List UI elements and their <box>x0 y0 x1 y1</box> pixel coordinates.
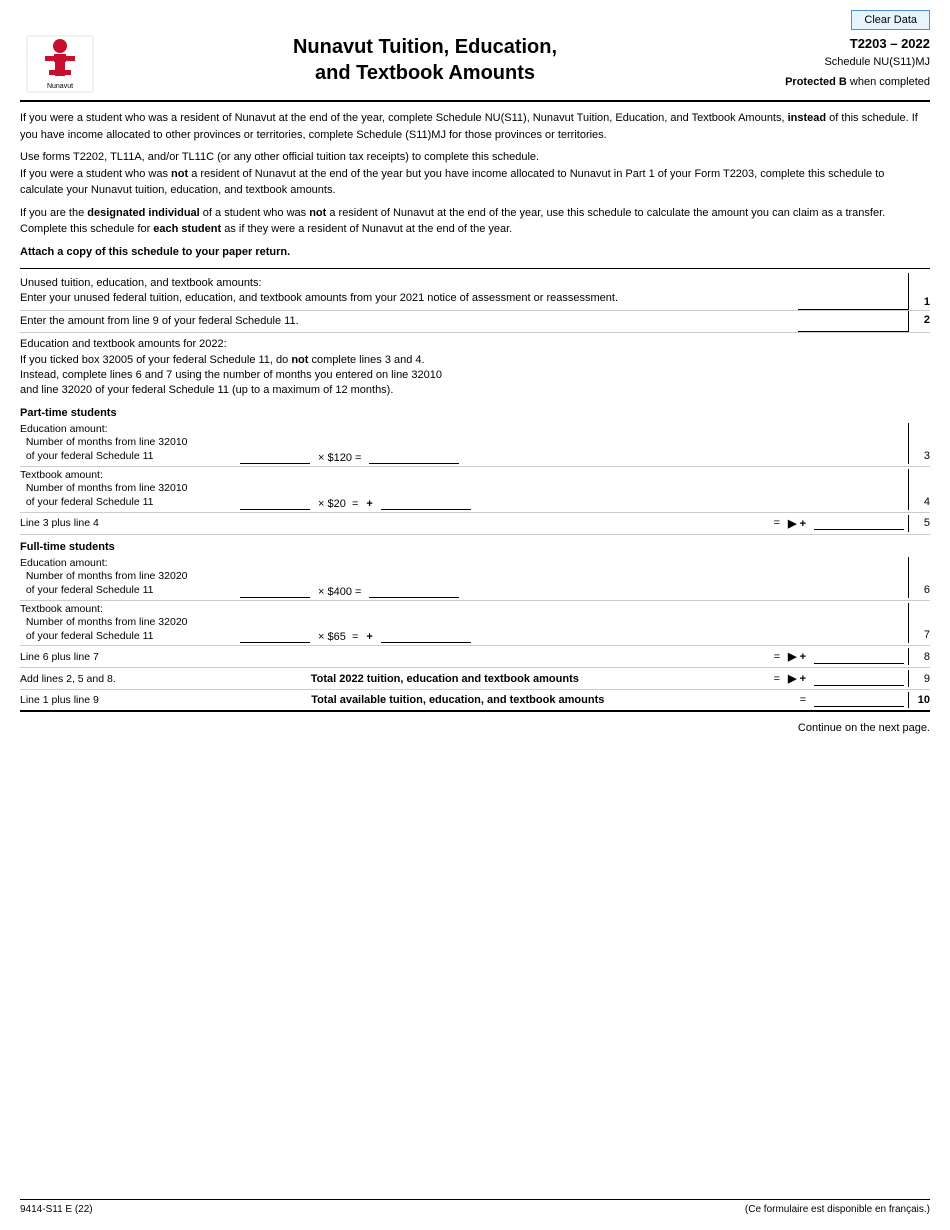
line9-arrow: ▶ + <box>788 672 806 685</box>
line6-months-input[interactable] <box>240 584 310 598</box>
clear-data-button[interactable]: Clear Data <box>851 10 930 30</box>
line7-number: 7 <box>908 603 930 644</box>
full-time-heading: Full-time students <box>20 541 930 553</box>
line10-row: Line 1 plus line 9 Total available tuiti… <box>20 690 930 712</box>
line4-number: 4 <box>908 469 930 510</box>
line4-desc: Textbook amount: Number of months from l… <box>20 469 240 510</box>
line7-rate: × $65 = <box>318 631 358 643</box>
footer: 9414-S11 E (22) (Ce formulaire est dispo… <box>20 1199 930 1215</box>
title-area: Nunavut Tuition, Education, and Textbook… <box>100 34 750 86</box>
line7-desc: Textbook amount: Number of months from l… <box>20 603 240 644</box>
line5-arrow: ▶ + <box>788 517 806 530</box>
line3-rate: × $120 = <box>318 452 361 464</box>
line10-number: 10 <box>908 692 930 708</box>
line2-number: 2 <box>908 311 930 332</box>
line1-input[interactable] <box>798 294 908 310</box>
header-section: Nunavut Nunavut Tuition, Education, and … <box>20 34 930 102</box>
line6-result-input[interactable] <box>369 584 459 598</box>
line3-result-input[interactable] <box>369 450 459 464</box>
line4-rate: × $20 = <box>318 498 358 510</box>
line8-result-input[interactable] <box>814 650 904 664</box>
line5-row: Line 3 plus line 4 = ▶ + 5 <box>20 513 930 535</box>
line6-row: Education amount: Number of months from … <box>20 555 930 601</box>
form-body: Unused tuition, education, and textbook … <box>20 268 930 734</box>
line10-equals: = <box>800 694 806 706</box>
line5-desc: Line 3 plus line 4 <box>20 517 240 529</box>
line8-number: 8 <box>908 648 930 665</box>
form-title-line1: Nunavut Tuition, Education, <box>110 34 740 60</box>
protected-label: Protected B when completed <box>750 74 930 91</box>
attach-line: Attach a copy of this schedule to your p… <box>20 244 930 261</box>
line4-months-input[interactable] <box>240 496 310 510</box>
protected-b-text: Protected B when completed <box>785 76 930 88</box>
line6-rate: × $400 = <box>318 586 361 598</box>
line9-number: 9 <box>908 670 930 687</box>
line7-row: Textbook amount: Number of months from l… <box>20 601 930 647</box>
line10-result-input[interactable] <box>814 693 904 707</box>
logo-area: Nunavut <box>20 34 100 94</box>
line9-equals: = <box>774 673 780 685</box>
line1-number: 1 <box>908 273 930 310</box>
instruction-para3: If you are the designated individual of … <box>20 205 930 238</box>
line9-result-input[interactable] <box>814 672 904 686</box>
line3-months-input[interactable] <box>240 450 310 464</box>
line10-prefix-desc: Line 1 plus line 9 <box>20 694 120 706</box>
nunavut-logo: Nunavut <box>25 34 95 94</box>
form-title-line2: and Textbook Amounts <box>110 60 740 86</box>
top-bar: Clear Data <box>20 10 930 30</box>
edu2022-intro: Education and textbook amounts for 2022:… <box>20 333 930 401</box>
line3-number: 3 <box>908 423 930 464</box>
line4-row: Textbook amount: Number of months from l… <box>20 467 930 513</box>
line8-row: Line 6 plus line 7 = ▶ + 8 <box>20 646 930 668</box>
line7-plus: + <box>366 631 372 643</box>
line8-desc: Line 6 plus line 7 <box>20 651 240 663</box>
line5-number: 5 <box>908 515 930 532</box>
line4-result-input[interactable] <box>381 496 471 510</box>
line10-total-label: Total available tuition, education, and … <box>120 694 796 706</box>
part-time-heading: Part-time students <box>20 407 930 419</box>
instructions: If you were a student who was a resident… <box>20 110 930 260</box>
form-code: 9414-S11 E (22) <box>20 1204 93 1215</box>
instruction-para1: If you were a student who was a resident… <box>20 110 930 143</box>
line5-equals: = <box>240 517 784 529</box>
line9-prefix-desc: Add lines 2, 5 and 8. <box>20 673 120 685</box>
line2-desc: Enter the amount from line 9 of your fed… <box>20 311 798 332</box>
line1-desc: Unused tuition, education, and textbook … <box>20 273 798 310</box>
line3-desc: Education amount: Number of months from … <box>20 423 240 464</box>
line9-row: Add lines 2, 5 and 8. Total 2022 tuition… <box>20 668 930 690</box>
line9-total-label: Total 2022 tuition, education and textbo… <box>120 673 770 685</box>
line8-arrow: ▶ + <box>788 650 806 663</box>
line4-plus: + <box>366 498 372 510</box>
line7-result-input[interactable] <box>381 629 471 643</box>
schedule-name: Schedule NU(S11)MJ <box>750 54 930 71</box>
line2-row: Enter the amount from line 9 of your fed… <box>20 311 930 333</box>
page: Clear Data Nunavut Nunavut Tuition, Educ… <box>0 0 950 1230</box>
line7-months-input[interactable] <box>240 629 310 643</box>
form-number: T2203 – 2022 <box>750 34 930 54</box>
line1-row: Unused tuition, education, and textbook … <box>20 273 930 311</box>
form-info: T2203 – 2022 Schedule NU(S11)MJ Protecte… <box>750 34 930 91</box>
instruction-para2: Use forms T2202, TL11A, and/or TL11C (or… <box>20 149 930 199</box>
continue-text: Continue on the next page. <box>20 722 930 734</box>
line3-row: Education amount: Number of months from … <box>20 421 930 467</box>
line6-number: 6 <box>908 557 930 598</box>
line2-input[interactable] <box>798 316 908 332</box>
svg-text:Nunavut: Nunavut <box>47 83 73 90</box>
french-note: (Ce formulaire est disponible en françai… <box>745 1204 930 1215</box>
line6-desc: Education amount: Number of months from … <box>20 557 240 598</box>
line5-result-input[interactable] <box>814 516 904 530</box>
line8-equals: = <box>240 651 784 663</box>
